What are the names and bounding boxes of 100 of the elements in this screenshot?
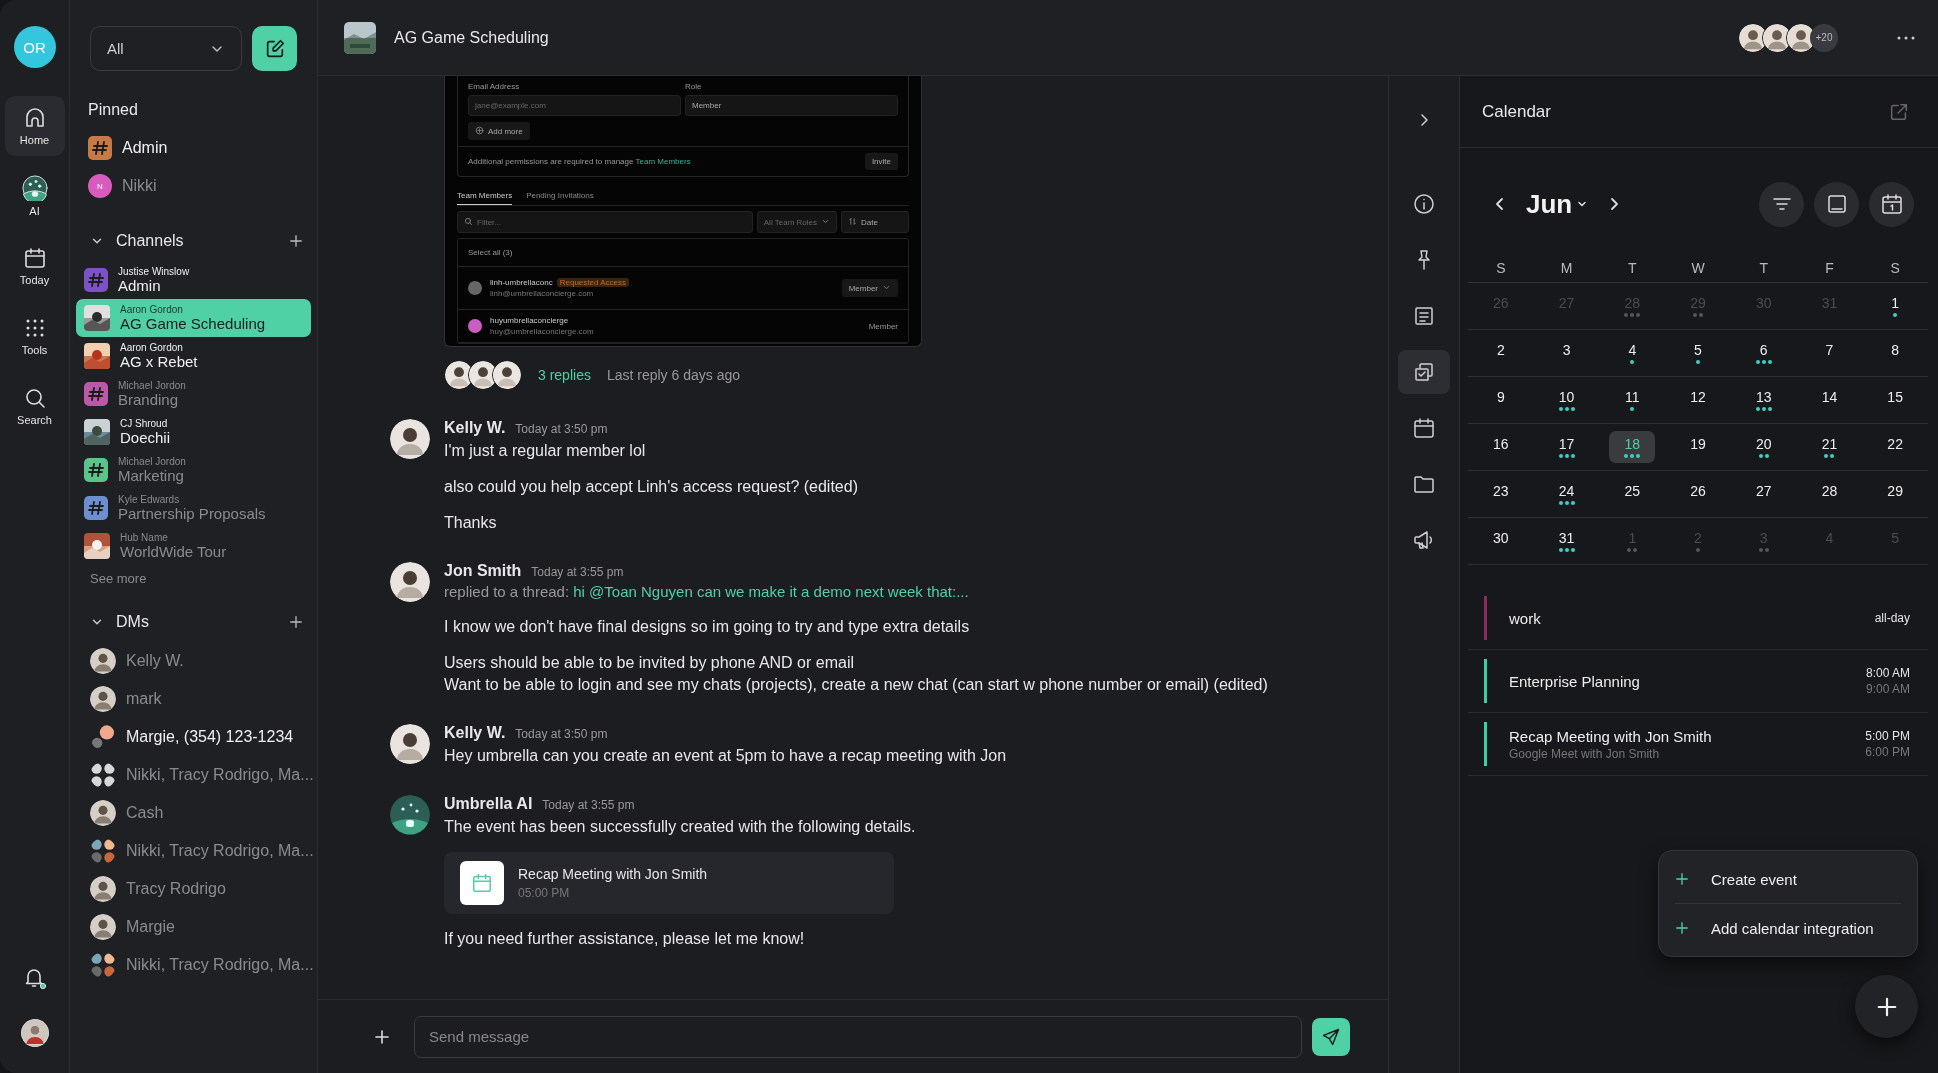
reply-context[interactable]: replied to a thread: hi @Toan Nguyen can we make it a demo next week that:... [444, 583, 1268, 600]
chevron-down-icon [821, 217, 830, 226]
calendar-day[interactable]: 27 [1740, 478, 1787, 510]
channel-item[interactable]: Aaron Gordon AG Game Scheduling [76, 299, 311, 337]
channel-item[interactable]: CJ Shroud Doechii [76, 413, 311, 451]
send-button[interactable] [1312, 1017, 1350, 1056]
add-icon [1875, 995, 1898, 1018]
calendar-day[interactable]: 19 [1675, 431, 1721, 463]
calendar-day[interactable]: 22 [1872, 431, 1919, 463]
author-name[interactable]: Jon Smith [444, 562, 522, 580]
avatar [90, 800, 116, 826]
dm-item[interactable]: Nikki, Tracy Rodrigo, Ma... [76, 946, 311, 984]
dm-item[interactable]: Kelly W. [76, 642, 311, 680]
nav-item[interactable]: Tools [4, 306, 65, 366]
calendar-day[interactable]: 7 [1806, 337, 1853, 369]
replies-link[interactable]: 3 replies [538, 367, 591, 383]
member-name: huyumbrellaconcierge [490, 316, 570, 325]
calendar-day[interactable]: 10 [1543, 384, 1590, 416]
calendar-day[interactable]: 14 [1806, 384, 1853, 416]
calendar-day[interactable]: 12 [1675, 384, 1721, 416]
avatar[interactable] [20, 1019, 49, 1047]
calendar-day[interactable]: 8 [1872, 337, 1919, 369]
see-more-link[interactable]: See more [76, 571, 311, 586]
calendar-day[interactable]: 31 [1543, 525, 1590, 557]
calendar-day[interactable]: 18 [1609, 431, 1656, 463]
checklist-icon[interactable] [1398, 350, 1450, 394]
compose-button[interactable] [252, 26, 297, 71]
calendar-day[interactable]: 20 [1740, 431, 1787, 463]
month-dropdown[interactable]: Jun [1526, 188, 1589, 220]
message-text: I know we don't have final designs so im going to try and type extra details [444, 617, 971, 637]
calendar-day[interactable]: 17 [1543, 431, 1590, 463]
filter-dropdown[interactable]: All [90, 26, 242, 71]
dm-item[interactable]: mark [76, 680, 311, 718]
author-name[interactable]: Kelly W. [444, 419, 506, 437]
calendar-day[interactable]: 11 [1609, 384, 1656, 416]
add-icon[interactable] [289, 615, 303, 629]
calendar-day[interactable]: 21 [1806, 431, 1853, 463]
calendar-day[interactable]: 24 [1543, 478, 1590, 510]
pinned-item[interactable]: N Nikki [76, 167, 311, 205]
calendar-day[interactable]: 5 [1675, 337, 1721, 369]
filter-button[interactable] [1759, 181, 1804, 227]
nav-item[interactable]: Search [4, 376, 65, 436]
calendar-day[interactable]: 13 [1740, 384, 1787, 416]
calendar-day[interactable]: 16 [1477, 431, 1524, 463]
calendar-day[interactable]: 29 [1872, 478, 1919, 510]
member-email: linh@umbrellaconcierge.com [490, 289, 595, 298]
weekday-label: S [1495, 260, 1507, 276]
group-avatar [90, 838, 116, 864]
calendar-day[interactable]: 26 [1675, 478, 1721, 510]
filter-field: Filter... [457, 211, 753, 233]
calendar-day[interactable]: 2 [1477, 337, 1524, 369]
calendar-day[interactable]: 30 [1477, 525, 1524, 557]
channel-item[interactable]: Hub Name WorldWide Tour [76, 527, 311, 565]
nav-item[interactable]: Today [4, 236, 65, 296]
message-text: also could you help accept Linh's access request? (edited) [444, 477, 858, 497]
today-button[interactable] [1869, 181, 1914, 227]
message-time: Today at 3:55 pm [542, 798, 635, 812]
event-title[interactable]: Recap Meeting with Jon Smith [1509, 727, 1844, 745]
channel-item[interactable]: Aaron Gordon AG x Rebet [76, 337, 311, 375]
channel-item[interactable]: Kyle Edwards Partnership Proposals [76, 489, 311, 527]
dm-item[interactable]: Tracy Rodrigo [76, 870, 311, 908]
calendar-day[interactable]: 4 [1609, 337, 1656, 369]
nav-item[interactable]: Home [4, 96, 65, 156]
author-name[interactable]: Kelly W. [444, 724, 506, 742]
channel-item[interactable]: Michael Jordon Marketing [76, 451, 311, 489]
calendar-day[interactable]: 3 [1543, 337, 1590, 369]
dm-item[interactable]: Margie [76, 908, 311, 946]
dm-item[interactable]: Cash [76, 794, 311, 832]
event-title[interactable]: work [1509, 609, 1853, 627]
calendar-day[interactable]: 25 [1609, 478, 1656, 510]
calendar-day[interactable]: 9 [1477, 384, 1524, 416]
add-icon[interactable] [289, 234, 303, 248]
channel-item[interactable]: Michael Jordon Branding [76, 375, 311, 413]
menu-item[interactable]: Create event [1675, 855, 1901, 903]
avatar [90, 876, 116, 902]
event-title[interactable]: Enterprise Planning [1509, 672, 1844, 690]
dm-item[interactable]: Nikki, Tracy Rodrigo, Ma... [76, 756, 311, 794]
calendar-day[interactable]: 15 [1872, 384, 1919, 416]
event-card[interactable]: Recap Meeting with Jon Smith 05:00 PM [444, 852, 894, 914]
member-count-badge[interactable]: +20 [1810, 23, 1838, 52]
calendar-icon [1879, 192, 1904, 216]
calendar-day[interactable]: 28 [1806, 478, 1853, 510]
author-name[interactable]: Umbrella AI [444, 795, 533, 813]
event-subtitle: Google Meet with Jon Smith [1509, 746, 1661, 761]
calendar-day[interactable]: 1 [1872, 290, 1919, 322]
calendar-day[interactable]: 6 [1740, 337, 1787, 369]
field-label: Email Address [468, 82, 521, 91]
message-input[interactable]: Send message [414, 1015, 1302, 1058]
select-all-label: Select all (3) [468, 248, 513, 257]
pinned-item[interactable]: Admin [76, 129, 311, 167]
dm-item[interactable]: Margie, (354) 123-1234 [76, 718, 311, 756]
weekday-label: W [1690, 260, 1706, 276]
nav-item[interactable]: AI [4, 166, 65, 226]
menu-item[interactable]: Add calendar integration [1675, 903, 1901, 952]
add-icon[interactable] [374, 1028, 390, 1045]
channel-item[interactable]: Justise Winslow Admin [76, 261, 311, 299]
dm-item[interactable]: Nikki, Tracy Rodrigo, Ma... [76, 832, 311, 870]
calendar-day[interactable]: 23 [1477, 478, 1524, 510]
message-time: Today at 3:55 pm [531, 565, 624, 579]
view-button[interactable] [1814, 181, 1859, 227]
